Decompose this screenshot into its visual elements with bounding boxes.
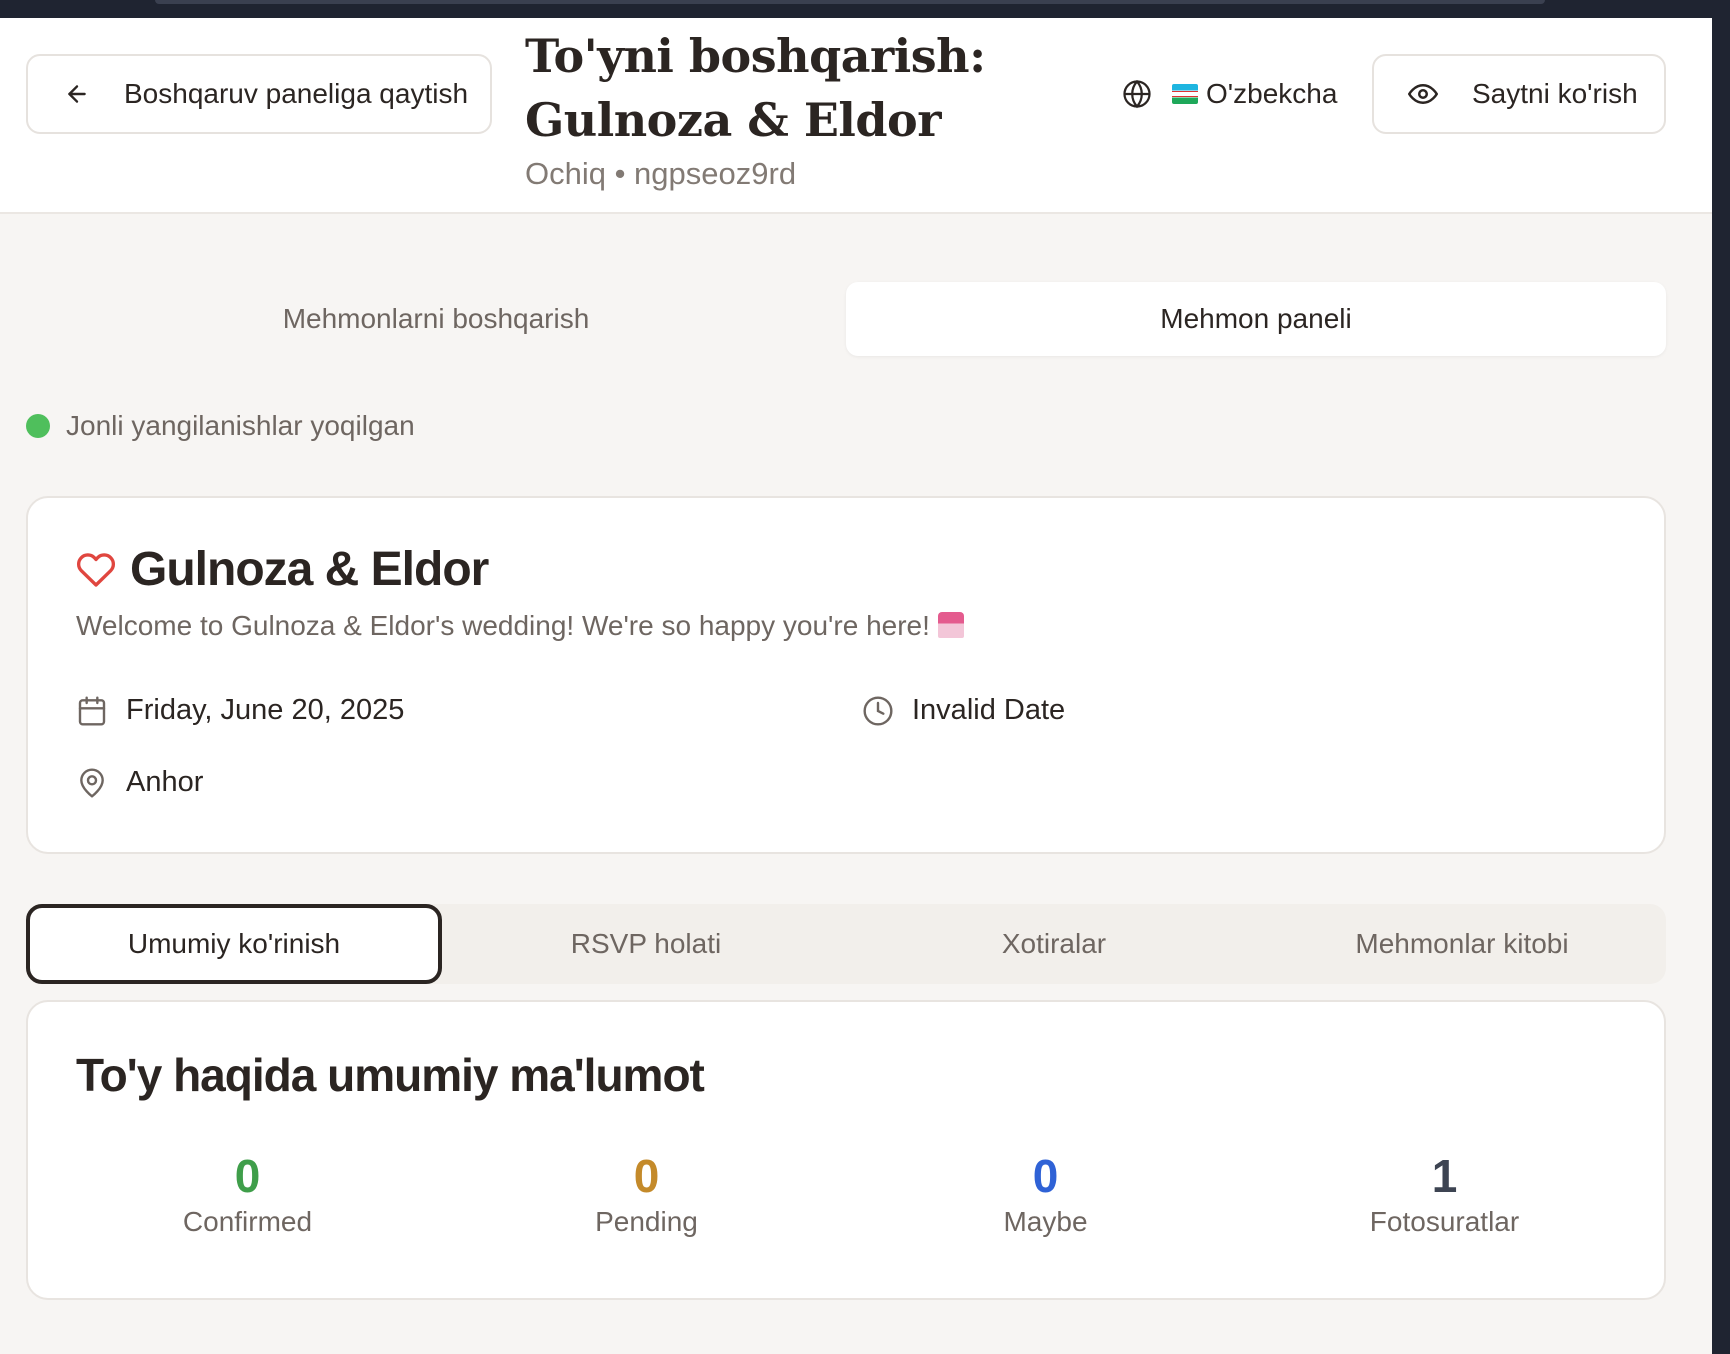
- event-time: Invalid Date: [862, 694, 1065, 727]
- event-date-text: Friday, June 20, 2025: [126, 694, 405, 726]
- stat-maybe: 0 Maybe: [846, 1150, 1245, 1238]
- wedding-chapel-icon: [937, 612, 964, 638]
- live-status-text: Jonli yangilanishlar yoqilgan: [66, 410, 415, 441]
- tab-memories[interactable]: Xotiralar: [850, 904, 1258, 984]
- tab-guestbook[interactable]: Mehmonlar kitobi: [1258, 904, 1666, 984]
- eye-icon: [1408, 84, 1438, 104]
- tab-guest-panel[interactable]: Mehmon paneli: [846, 282, 1666, 356]
- overview-title: To'y haqida umumiy ma'lumot: [76, 1049, 705, 1101]
- event-card: Gulnoza & Eldor Welcome to Gulnoza & Eld…: [26, 496, 1666, 854]
- stat-photos-label: Fotosuratlar: [1369, 1206, 1520, 1237]
- heart-icon: [76, 552, 116, 587]
- stat-pending-value: 0: [633, 1150, 660, 1202]
- calendar-icon: [78, 695, 106, 726]
- event-heading: Gulnoza & Eldor: [76, 542, 489, 597]
- back-to-dashboard-button[interactable]: Boshqaruv paneliga qaytish: [26, 54, 492, 134]
- page-header: Boshqaruv paneliga qaytish To'yni boshqa…: [0, 18, 1712, 214]
- page-title-line-2: Gulnoza & Eldor: [525, 93, 941, 147]
- uzbekistan-flag-icon: [1172, 84, 1198, 104]
- event-date: Friday, June 20, 2025: [76, 694, 404, 727]
- stat-confirmed: 0 Confirmed: [48, 1150, 447, 1238]
- view-site-label: Saytni ko'rish: [1472, 78, 1638, 109]
- live-updates-status: Jonli yangilanishlar yoqilgan: [26, 410, 415, 442]
- browser-top-strip-inner: [155, 0, 1545, 4]
- tab-overview[interactable]: Umumiy ko'rinish: [26, 904, 442, 984]
- stat-pending-label: Pending: [595, 1206, 698, 1237]
- stat-confirmed-label: Confirmed: [182, 1206, 313, 1237]
- event-location: Anhor: [76, 766, 203, 799]
- stat-photos: 1 Fotosuratlar: [1245, 1150, 1644, 1238]
- welcome-text: Welcome to Gulnoza & Eldor's wedding! We…: [76, 610, 930, 641]
- browser-right-edge: [1712, 0, 1730, 1354]
- stat-confirmed-value: 0: [234, 1150, 261, 1202]
- stat-photos-value: 1: [1431, 1150, 1458, 1202]
- event-location-text: Anhor: [126, 766, 204, 798]
- event-name: Gulnoza & Eldor: [130, 543, 489, 596]
- overview-stats: 0 Confirmed 0 Pending 0 Maybe 1 Fotosura…: [28, 1150, 1664, 1238]
- dashboard-sub-tabs: Umumiy ko'rinish RSVP holati Xotiralar M…: [26, 904, 1666, 984]
- welcome-message: Welcome to Gulnoza & Eldor's wedding! We…: [76, 610, 964, 642]
- main-tabs: Mehmonlarni boshqarish Mehmon paneli: [26, 282, 1666, 356]
- language-selector[interactable]: O'zbekcha: [1122, 74, 1337, 114]
- view-site-button[interactable]: Saytni ko'rish: [1372, 54, 1666, 134]
- tab-rsvp-status[interactable]: RSVP holati: [442, 904, 850, 984]
- overview-card: To'y haqida umumiy ma'lumot 0 Confirmed …: [26, 1000, 1666, 1300]
- event-time-text: Invalid Date: [912, 694, 1066, 726]
- stat-maybe-value: 0: [1032, 1150, 1059, 1202]
- title-block: To'yni boshqarish: Gulnoza & Eldor Ochiq…: [525, 24, 986, 192]
- arrow-left-icon: [68, 85, 86, 103]
- map-pin-icon: [80, 768, 104, 798]
- stat-pending: 0 Pending: [447, 1150, 846, 1238]
- browser-top-strip: [0, 0, 1730, 18]
- globe-icon: [1123, 79, 1151, 109]
- live-status-dot: [26, 414, 50, 438]
- page-subtitle: Ochiq • ngpseoz9rd: [525, 156, 797, 191]
- page-title-line-1: To'yni boshqarish:: [525, 29, 986, 83]
- page-title: To'yni boshqarish: Gulnoza & Eldor: [525, 24, 986, 152]
- back-button-label: Boshqaruv paneliga qaytish: [124, 78, 469, 109]
- clock-icon: [863, 695, 893, 726]
- stat-maybe-label: Maybe: [1003, 1206, 1088, 1237]
- tab-guest-management[interactable]: Mehmonlarni boshqarish: [26, 282, 846, 356]
- language-label: O'zbekcha: [1206, 78, 1338, 109]
